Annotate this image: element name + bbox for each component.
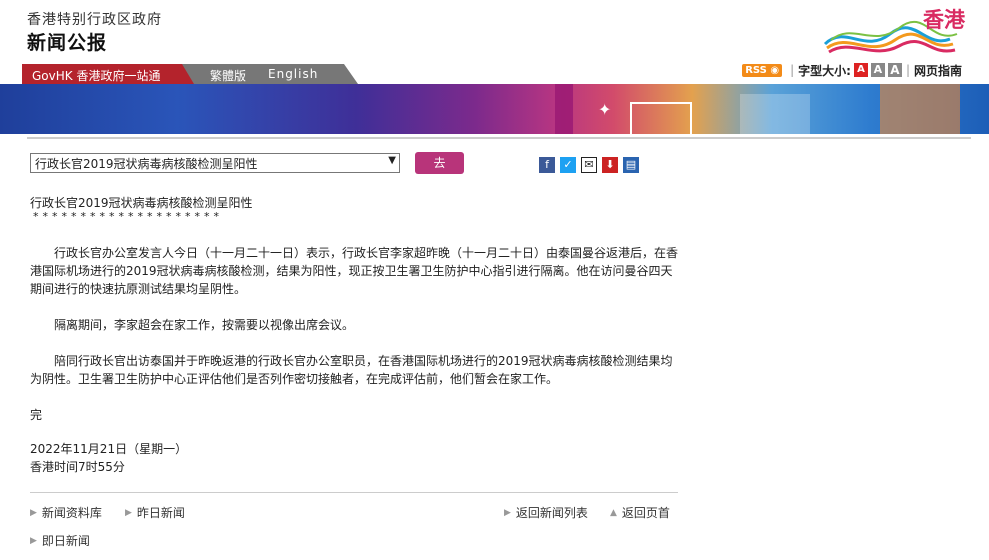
- triangle-right-icon: ▶: [30, 507, 37, 518]
- download-icon[interactable]: ⬇: [602, 157, 618, 173]
- twitter-icon[interactable]: ✓: [560, 157, 576, 173]
- nav-language-bar: [168, 64, 358, 84]
- triangle-right-icon: ▶: [125, 507, 132, 518]
- paragraph: 隔离期间，李家超会在家工作，按需要以视像出席会议。: [54, 318, 355, 332]
- date-text: 2022年11月21日（星期一）: [30, 442, 188, 456]
- page-guide-link[interactable]: 网页指南: [914, 62, 962, 79]
- go-button[interactable]: 去: [415, 152, 464, 174]
- govhk-link[interactable]: GovHK 香港政府一站通: [32, 67, 160, 84]
- logo-text: 香港: [923, 8, 965, 32]
- back-to-list-label: 返回新闻列表: [515, 506, 588, 520]
- separator: |: [790, 63, 795, 77]
- share-bar: f ✓ ✉ ⬇ ▤: [539, 157, 639, 173]
- article-headline: 行政长官2019冠状病毒病核酸检测呈阳性: [30, 196, 253, 210]
- print-icon[interactable]: ▤: [623, 157, 639, 173]
- time-text: 香港时间7时55分: [30, 460, 125, 474]
- separator: |: [905, 63, 910, 77]
- utility-toolbar: RSS ◉ | 字型大小: A A A | 网页指南: [742, 62, 962, 78]
- email-icon[interactable]: ✉: [581, 157, 597, 173]
- yesterday-news-link[interactable]: ▶ 昨日新闻: [125, 504, 185, 521]
- triangle-right-icon: ▶: [504, 507, 511, 518]
- paragraph: 陪同行政长官出访泰国并于昨晚返港的行政长官办公室职员，在香港国际机场进行的201…: [30, 354, 673, 386]
- article-select[interactable]: 行政长官2019冠状病毒病核酸检测呈阳性 ▼: [30, 153, 400, 173]
- chevron-down-icon: ▼: [388, 155, 396, 166]
- font-size-label: 字型大小:: [798, 63, 851, 78]
- today-news-label: 即日新闻: [41, 534, 90, 548]
- sparkle-icon: ✦: [598, 100, 612, 119]
- yesterday-news-label: 昨日新闻: [136, 506, 185, 520]
- triangle-up-icon: ▲: [610, 507, 617, 518]
- font-large-button[interactable]: A: [887, 63, 902, 77]
- news-archive-label: 新闻资料库: [41, 506, 102, 520]
- paragraph: 行政长官办公室发言人今日（十一月二十一日）表示，行政长官李家超昨晚（十一月二十日…: [30, 246, 679, 296]
- site-header: 香港特别行政区政府 新闻公报 香港: [0, 0, 989, 62]
- font-medium-button[interactable]: A: [870, 63, 885, 77]
- article-select-value: 行政长官2019冠状病毒病核酸检测呈阳性: [35, 157, 258, 171]
- rss-icon[interactable]: RSS ◉: [742, 63, 783, 77]
- article-date: 2022年11月21日（星期一） 香港时间7时55分: [30, 440, 187, 476]
- brand-hong-kong-logo[interactable]: 香港: [815, 4, 965, 60]
- page-title: 新闻公报: [27, 32, 108, 54]
- end-mark: 完: [30, 408, 43, 422]
- divider: [27, 137, 971, 139]
- triangle-right-icon: ▶: [30, 535, 37, 546]
- back-to-top-label: 返回页首: [621, 506, 670, 520]
- gov-name: 香港特别行政区政府: [27, 12, 162, 28]
- separator-stars: ********************: [33, 210, 223, 223]
- back-to-top-link[interactable]: ▲ 返回页首: [610, 504, 670, 521]
- traditional-chinese-link[interactable]: 繁體版: [210, 67, 246, 84]
- font-small-button[interactable]: A: [853, 63, 868, 77]
- banner-image: ✦: [0, 84, 989, 136]
- footer-divider: [30, 492, 678, 493]
- today-news-link[interactable]: ▶ 即日新闻: [30, 532, 90, 549]
- news-archive-link[interactable]: ▶ 新闻资料库: [30, 504, 102, 521]
- english-link[interactable]: English: [268, 67, 318, 81]
- facebook-icon[interactable]: f: [539, 157, 555, 173]
- article-body: 行政长官办公室发言人今日（十一月二十一日）表示，行政长官李家超昨晚（十一月二十日…: [30, 244, 678, 442]
- back-to-list-link[interactable]: ▶ 返回新闻列表: [504, 504, 588, 521]
